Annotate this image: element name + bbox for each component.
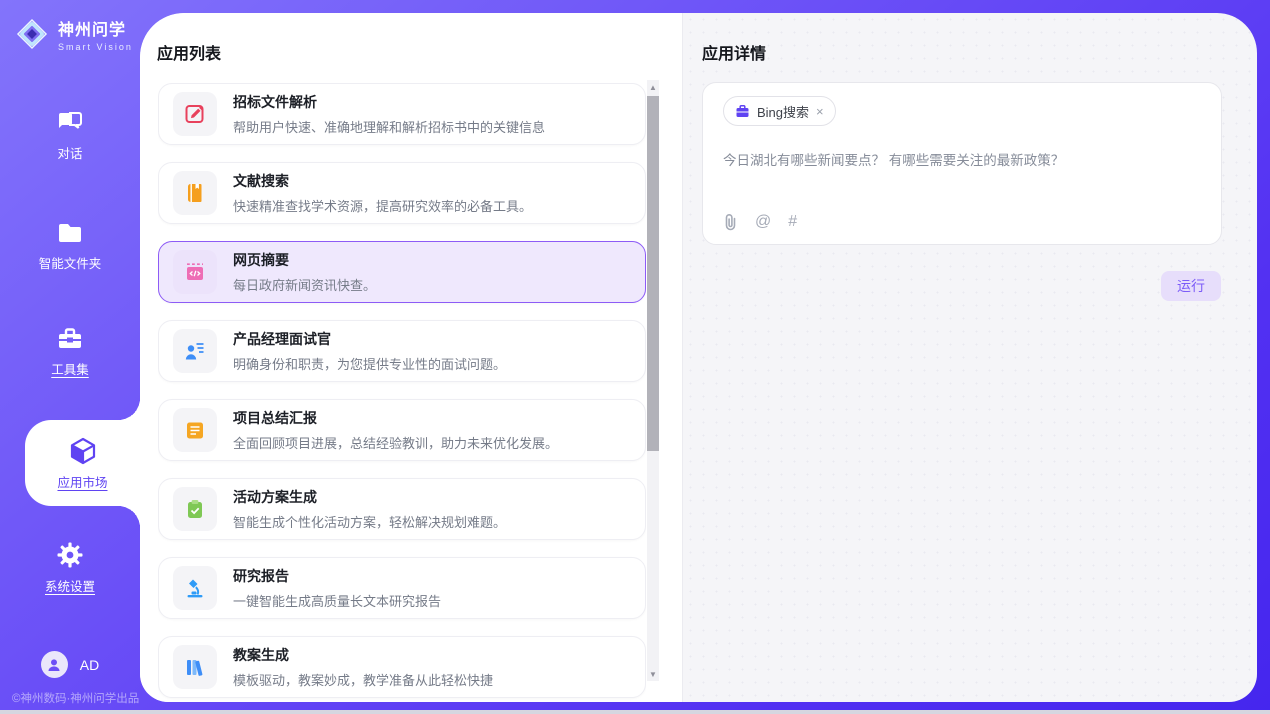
main-content: 应用列表 招标文件解析 帮助用户快速、准确地理解和解析招标书中的关键信息 <box>140 13 1257 702</box>
books-icon <box>173 645 217 689</box>
diamond-logo-icon <box>14 16 50 52</box>
list-scrollbar[interactable]: ▲ ▼ <box>647 80 659 681</box>
book-icon <box>173 171 217 215</box>
user-account[interactable]: AD <box>0 651 140 678</box>
app-list: 招标文件解析 帮助用户快速、准确地理解和解析招标书中的关键信息 文献搜索 快速精… <box>158 83 646 702</box>
list-item-literature-search[interactable]: 文献搜索 快速精准查找学术资源，提高研究效率的必备工具。 <box>158 162 646 224</box>
app-title: 项目总结汇报 <box>233 408 558 428</box>
app-list-title: 应用列表 <box>157 40 221 64</box>
attach-file-icon[interactable] <box>723 214 738 231</box>
scrollbar-down-icon[interactable]: ▼ <box>647 667 659 681</box>
list-item-web-summary[interactable]: 网页摘要 每日政府新闻资讯快查。 <box>158 241 646 303</box>
list-item-research-report[interactable]: 研究报告 一键智能生成高质量长文本研究报告 <box>158 557 646 619</box>
microscope-icon <box>173 566 217 610</box>
tool-tag-label: Bing搜索 <box>757 102 809 121</box>
sidebar-item-settings[interactable]: 系统设置 <box>0 541 140 595</box>
user-name: AD <box>80 657 99 673</box>
topic-icon[interactable]: # <box>788 213 797 231</box>
app-title: 招标文件解析 <box>233 92 545 112</box>
prompt-toolbar: @ # <box>723 213 797 231</box>
tool-tag-bing-search[interactable]: Bing搜索 × <box>723 96 836 126</box>
app-desc: 智能生成个性化活动方案，轻松解决规划难题。 <box>233 512 506 531</box>
app-desc: 快速精准查找学术资源，提高研究效率的必备工具。 <box>233 196 532 215</box>
interviewer-icon <box>173 329 217 373</box>
brand-tagline: Smart Vision <box>58 42 133 52</box>
brand-name: 神州问学 <box>58 16 133 40</box>
app-desc: 帮助用户快速、准确地理解和解析招标书中的关键信息 <box>233 117 545 136</box>
app-desc: 明确身份和职责，为您提供专业性的面试问题。 <box>233 354 506 373</box>
calendar-report-icon <box>173 408 217 452</box>
sidebar-item-label: 智能文件夹 <box>39 253 102 272</box>
list-item-pm-interviewer[interactable]: 产品经理面试官 明确身份和职责，为您提供专业性的面试问题。 <box>158 320 646 382</box>
chat-icon <box>56 110 84 136</box>
app-desc: 模板驱动，教案妙成，教学准备从此轻松快捷 <box>233 670 493 689</box>
sidebar-item-label: 工具集 <box>51 359 89 378</box>
sidebar-item-chat[interactable]: 对话 <box>0 110 140 162</box>
app-title: 教案生成 <box>233 645 493 665</box>
run-button[interactable]: 运行 <box>1161 271 1221 301</box>
brand-logo: 神州问学 Smart Vision <box>14 16 133 52</box>
app-list-panel: 应用列表 招标文件解析 帮助用户快速、准确地理解和解析招标书中的关键信息 <box>140 13 683 702</box>
app-detail-title: 应用详情 <box>702 40 766 64</box>
app-desc: 全面回顾项目进展，总结经验教训，助力未来优化发展。 <box>233 433 558 452</box>
toolbox-icon <box>56 326 84 352</box>
prompt-card: Bing搜索 × 今日湖北有哪些新闻要点？ 有哪些需要关注的最新政策？ @ # <box>702 82 1222 245</box>
list-item-event-plan[interactable]: 活动方案生成 智能生成个性化活动方案，轻松解决规划难题。 <box>158 478 646 540</box>
briefcase-icon <box>735 104 750 119</box>
folder-icon <box>56 220 84 246</box>
mention-icon[interactable]: @ <box>755 213 771 231</box>
app-title: 研究报告 <box>233 566 441 586</box>
sidebar-item-toolset[interactable]: 工具集 <box>0 326 140 378</box>
app-title: 文献搜索 <box>233 171 532 191</box>
sidebar-item-label: 应用市场 <box>57 472 107 491</box>
sidebar-item-label: 对话 <box>57 143 82 162</box>
copyright-text: ©神州数码·神州问学出品 <box>12 690 139 706</box>
list-item-bid-parse[interactable]: 招标文件解析 帮助用户快速、准确地理解和解析招标书中的关键信息 <box>158 83 646 145</box>
sidebar-item-app-market[interactable]: 应用市场 <box>25 420 140 506</box>
app-desc: 每日政府新闻资讯快查。 <box>233 275 376 294</box>
scrollbar-thumb[interactable] <box>647 96 659 451</box>
sidebar-item-label: 系统设置 <box>45 576 95 595</box>
sidebar: 神州问学 Smart Vision 对话 智能文件夹 <box>0 0 140 714</box>
avatar <box>41 651 68 678</box>
list-item-project-summary[interactable]: 项目总结汇报 全面回顾项目进展，总结经验教训，助力未来优化发展。 <box>158 399 646 461</box>
cube-icon <box>68 436 98 466</box>
app-title: 产品经理面试官 <box>233 329 506 349</box>
scrollbar-up-icon[interactable]: ▲ <box>647 80 659 94</box>
app-title: 网页摘要 <box>233 250 376 270</box>
clipboard-check-icon <box>173 487 217 531</box>
bottom-edge-strip <box>0 710 1270 714</box>
app-title: 活动方案生成 <box>233 487 506 507</box>
list-item-lesson-plan[interactable]: 教案生成 模板驱动，教案妙成，教学准备从此轻松快捷 <box>158 636 646 698</box>
app-desc: 一键智能生成高质量长文本研究报告 <box>233 591 441 610</box>
gear-icon <box>56 541 84 569</box>
sidebar-item-smart-folders[interactable]: 智能文件夹 <box>0 220 140 272</box>
close-icon[interactable]: × <box>816 105 824 118</box>
prompt-input[interactable]: 今日湖北有哪些新闻要点？ 有哪些需要关注的最新政策？ <box>723 149 1201 169</box>
edit-square-icon <box>173 92 217 136</box>
app-detail-panel: 应用详情 Bing搜索 × 今日湖北有哪些新闻要点？ 有哪些需要关注的最新政策？ <box>684 13 1257 702</box>
browser-code-icon <box>173 250 217 294</box>
